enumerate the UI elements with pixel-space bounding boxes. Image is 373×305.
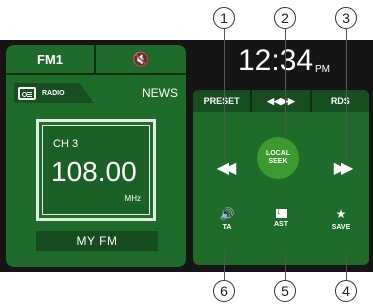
- leader-line-2: [285, 29, 286, 139]
- leader-line-5: [285, 252, 286, 280]
- leader-line-1: [224, 29, 225, 160]
- ast-label: AST: [274, 221, 288, 228]
- mute-icon[interactable]: 🔇: [96, 45, 186, 73]
- download-box-icon: [275, 206, 287, 218]
- speaker-icon: 🔊: [219, 207, 235, 221]
- callout-3: 3: [335, 7, 357, 29]
- tab-seek[interactable]: ◀◀▶▶: [252, 90, 312, 112]
- leader-line-6: [224, 252, 225, 280]
- save-label: SAVE: [331, 224, 351, 231]
- radio-head-unit: FM1 🔇 RADIO NEWS CH 3 108.00 MHz MY FM 1…: [0, 40, 373, 272]
- ta-button[interactable]: 🔊 TA: [207, 207, 247, 237]
- star-icon: ★: [335, 207, 347, 221]
- tab-rds[interactable]: RDS: [312, 90, 369, 112]
- station-panel: FM1 🔇 RADIO NEWS CH 3 108.00 MHz MY FM: [6, 45, 186, 267]
- band-tab-fm1[interactable]: FM1: [6, 45, 96, 73]
- callout-1: 1: [213, 7, 235, 29]
- frequency-display: CH 3 108.00 MHz: [36, 119, 156, 221]
- callout-2: 2: [274, 7, 296, 29]
- source-chip: RADIO: [14, 83, 94, 103]
- leader-line-4: [346, 252, 347, 280]
- local-seek-button[interactable]: LOCAL SEEK: [257, 137, 299, 179]
- seek-up-button[interactable]: ▶▶: [326, 156, 356, 180]
- channel-label: CH 3: [53, 138, 79, 150]
- ta-label: TA: [222, 224, 232, 231]
- callout-5: 5: [274, 280, 296, 302]
- control-tab-bar: PRESET ◀◀▶▶ RDS: [193, 90, 369, 112]
- tab-preset[interactable]: PRESET: [193, 90, 253, 112]
- source-label: RADIO: [42, 89, 65, 97]
- frequency-value: 108.00: [51, 156, 137, 187]
- ast-button[interactable]: AST: [261, 206, 301, 237]
- local-seek-label-2: SEEK: [268, 158, 288, 165]
- control-panel: PRESET ◀◀▶▶ RDS ◀◀ LOCAL SEEK ▶▶ 🔊 TA AS…: [193, 90, 369, 265]
- station-name-button[interactable]: MY FM: [36, 231, 158, 251]
- clock-time: 12:34: [238, 44, 314, 77]
- source-row: RADIO NEWS: [6, 83, 186, 105]
- leader-line-3: [346, 29, 347, 160]
- genre-label: NEWS: [142, 86, 178, 100]
- frequency-display-inner: CH 3 108.00 MHz: [42, 125, 150, 215]
- clock-ampm: PM: [315, 64, 330, 75]
- save-button[interactable]: ★ SAVE: [321, 207, 361, 237]
- radio-icon: [18, 86, 36, 100]
- callout-4: 4: [335, 280, 357, 302]
- band-tab-bar: FM1 🔇: [6, 45, 186, 75]
- callout-6: 6: [213, 280, 235, 302]
- local-seek-label-1: LOCAL: [265, 150, 291, 157]
- frequency-unit: MHz: [124, 194, 141, 203]
